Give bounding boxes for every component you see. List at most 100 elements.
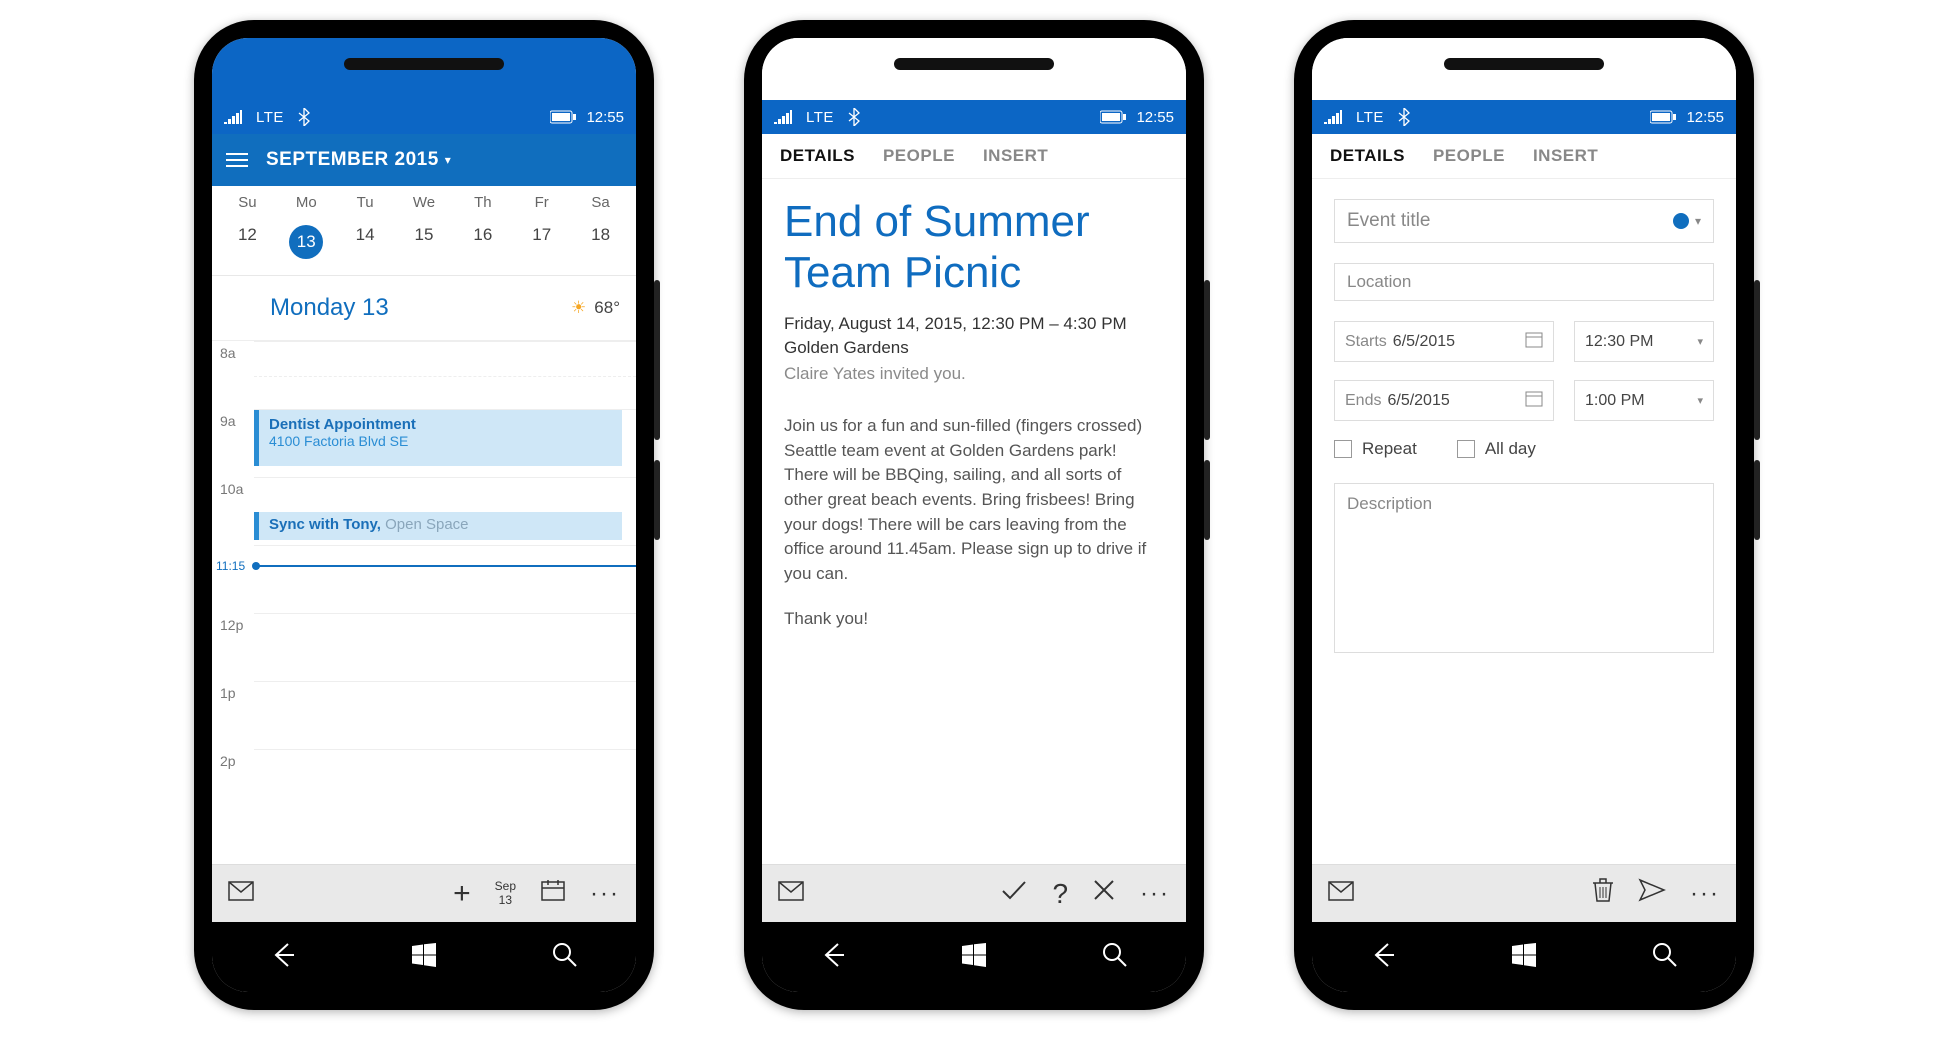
weekday: Sa	[571, 194, 630, 211]
new-event-form: Event title ▾ Location Starts 6/5/2015 1…	[1312, 179, 1736, 864]
date-cell[interactable]: 15	[395, 219, 454, 265]
back-icon[interactable]	[268, 940, 298, 975]
signal-icon	[1324, 110, 1342, 124]
network-label: LTE	[256, 109, 284, 126]
starts-date: 6/5/2015	[1393, 333, 1455, 351]
nav-bar	[212, 922, 636, 992]
month-picker[interactable]: SEPTEMBER 2015 ▾	[266, 149, 451, 171]
bluetooth-icon	[1398, 108, 1410, 126]
signal-icon	[774, 110, 792, 124]
location-placeholder: Location	[1347, 272, 1411, 292]
ends-date-picker[interactable]: Ends 6/5/2015	[1334, 380, 1554, 421]
ends-time: 1:00 PM	[1585, 392, 1645, 410]
bluetooth-icon	[298, 108, 310, 126]
hour-label: 1p	[212, 681, 254, 749]
windows-icon[interactable]	[959, 940, 989, 975]
side-button	[1754, 280, 1760, 440]
more-icon[interactable]: ···	[590, 880, 620, 908]
starts-time-picker[interactable]: 12:30 PM ▾	[1574, 321, 1714, 362]
tab-people[interactable]: PEOPLE	[1433, 146, 1505, 166]
event-dentist[interactable]: Dentist Appointment 4100 Factoria Blvd S…	[254, 410, 622, 466]
windows-icon[interactable]	[1509, 940, 1539, 975]
back-icon[interactable]	[818, 940, 848, 975]
date-cell[interactable]: 18	[571, 219, 630, 265]
speaker	[344, 58, 504, 70]
side-button	[1204, 280, 1210, 440]
accept-icon[interactable]	[1000, 879, 1028, 908]
weekday: Fr	[512, 194, 571, 211]
status-bar: LTE 12:55	[212, 100, 636, 134]
calendar-icon	[1525, 389, 1543, 412]
event-title: End of Summer Team Picnic	[784, 197, 1164, 298]
temperature: 68°	[594, 298, 620, 318]
back-icon[interactable]	[1368, 940, 1398, 975]
checkbox-icon	[1457, 440, 1475, 458]
search-icon[interactable]	[550, 940, 580, 975]
checkbox-icon	[1334, 440, 1352, 458]
clock-time: 12:55	[586, 109, 624, 126]
hour-label	[212, 545, 254, 613]
tentative-icon[interactable]: ?	[1052, 878, 1068, 910]
ends-time-picker[interactable]: 1:00 PM ▾	[1574, 380, 1714, 421]
date-row: 12 13 14 15 16 17 18	[212, 215, 636, 276]
tab-details[interactable]: DETAILS	[1330, 146, 1405, 166]
search-icon[interactable]	[1100, 940, 1130, 975]
side-button	[1754, 460, 1760, 540]
side-button	[654, 280, 660, 440]
title-field[interactable]: Event title ▾	[1334, 199, 1714, 243]
event-address: 4100 Factoria Blvd SE	[269, 433, 612, 449]
starts-label: Starts	[1345, 333, 1387, 351]
side-button	[1204, 460, 1210, 540]
event-detail-body[interactable]: End of Summer Team Picnic Friday, August…	[762, 179, 1186, 864]
location-field[interactable]: Location	[1334, 263, 1714, 301]
date-cell[interactable]: 17	[512, 219, 571, 265]
allday-label: All day	[1485, 439, 1536, 459]
event-tabs: DETAILS PEOPLE INSERT	[762, 134, 1186, 179]
mail-icon[interactable]	[1328, 880, 1354, 908]
search-icon[interactable]	[1650, 940, 1680, 975]
menu-icon[interactable]	[226, 153, 248, 167]
speaker	[1444, 58, 1604, 70]
repeat-checkbox[interactable]: Repeat	[1334, 439, 1417, 459]
tab-details[interactable]: DETAILS	[780, 146, 855, 166]
chevron-down-icon: ▾	[1695, 214, 1701, 228]
app-bar: ? ···	[762, 864, 1186, 922]
tab-insert[interactable]: INSERT	[983, 146, 1048, 166]
more-icon[interactable]: ···	[1690, 880, 1720, 908]
date-cell[interactable]: 14	[336, 219, 395, 265]
hour-label: 2p	[212, 749, 254, 817]
ends-label: Ends	[1345, 392, 1381, 410]
agenda-view[interactable]: 8a 9a Dentist Appointment 4100 Factoria …	[212, 341, 636, 864]
nav-bar	[762, 922, 1186, 992]
event-sync[interactable]: Sync with Tony, Open Space	[254, 512, 622, 540]
today-button[interactable]: Sep 13	[495, 880, 516, 906]
chevron-down-icon: ▾	[445, 153, 451, 167]
send-icon[interactable]	[1638, 878, 1666, 909]
app-bar: + Sep 13 ···	[212, 864, 636, 922]
battery-icon	[1100, 110, 1126, 124]
event-body: Join us for a fun and sun-filled (finger…	[784, 414, 1164, 586]
date-cell[interactable]: 16	[453, 219, 512, 265]
mail-icon[interactable]	[228, 880, 254, 908]
delete-icon[interactable]	[1592, 877, 1614, 910]
calendar-header: SEPTEMBER 2015 ▾	[212, 134, 636, 186]
month-title: SEPTEMBER 2015	[266, 149, 439, 171]
date-cell-selected[interactable]: 13	[277, 219, 336, 265]
tab-people[interactable]: PEOPLE	[883, 146, 955, 166]
mail-icon[interactable]	[778, 880, 804, 908]
current-time-indicator: 11:15	[212, 559, 636, 573]
calendar-icon[interactable]	[540, 878, 566, 909]
starts-date-picker[interactable]: Starts 6/5/2015	[1334, 321, 1554, 362]
description-field[interactable]: Description	[1334, 483, 1714, 653]
windows-icon[interactable]	[409, 940, 439, 975]
allday-checkbox[interactable]: All day	[1457, 439, 1536, 459]
decline-icon[interactable]	[1092, 878, 1116, 909]
add-icon[interactable]: +	[453, 877, 471, 911]
category-picker[interactable]: ▾	[1673, 213, 1701, 229]
date-cell[interactable]: 12	[218, 219, 277, 265]
event-title: Sync with Tony,	[269, 516, 381, 533]
clock-time: 12:55	[1136, 109, 1174, 126]
tab-insert[interactable]: INSERT	[1533, 146, 1598, 166]
more-icon[interactable]: ···	[1140, 880, 1170, 908]
phone-frame-3: LTE 12:55 DETAILS PEOPLE INSERT Event ti…	[1294, 20, 1754, 1010]
